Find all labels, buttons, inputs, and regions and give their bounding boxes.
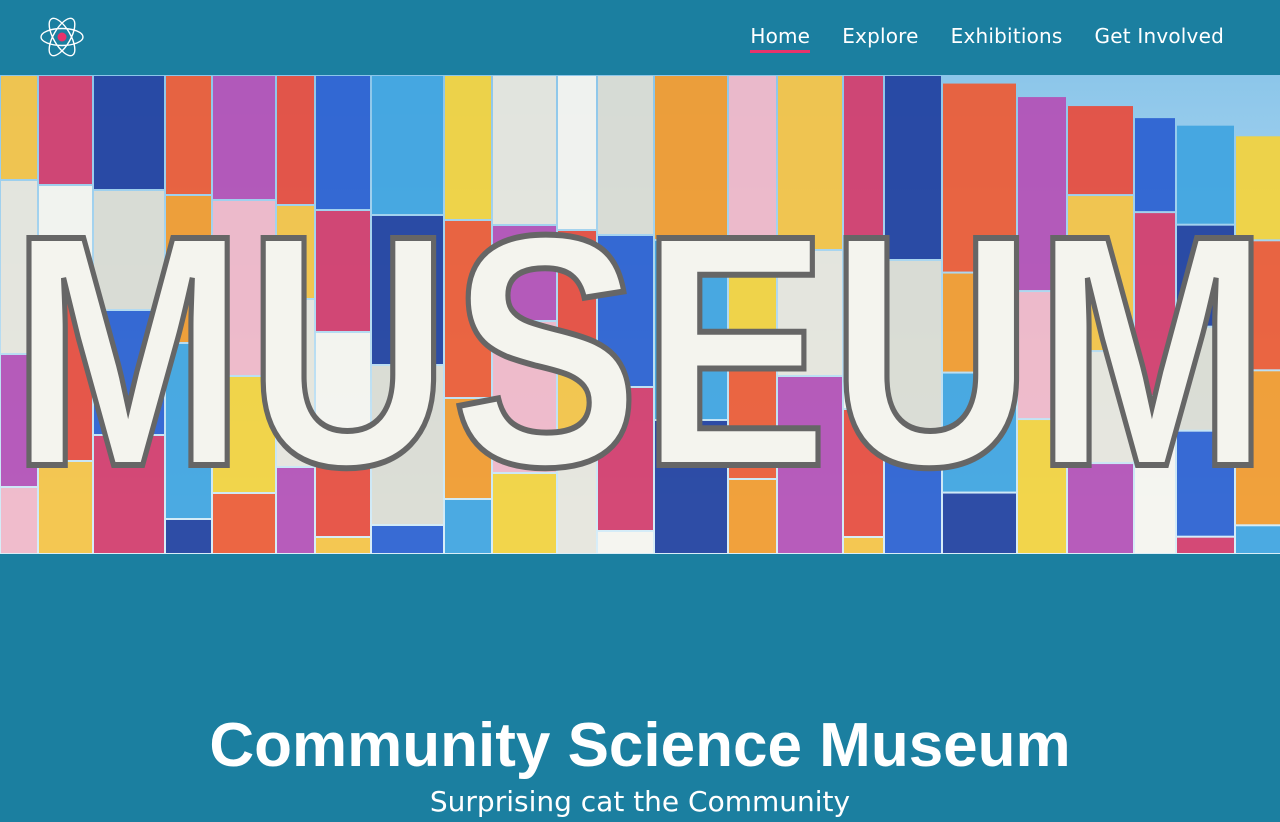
museum-facade-illustration: MUSEUM [0,75,1280,554]
glass-panel [598,532,653,553]
top-navigation-bar: Home Explore Exhibitions Get Involved [0,0,1280,75]
atom-icon [40,17,84,57]
nav-link-exhibitions[interactable]: Exhibitions [951,24,1063,51]
glass-panel [316,538,370,553]
glass-panel [1,76,37,179]
nav-link-explore[interactable]: Explore [842,24,918,51]
page-title: Community Science Museum [209,711,1071,780]
page-subtitle: Surprising cat the Community [429,785,851,818]
museum-sign-letters: MUSEUM [10,166,1270,535]
nav-link-home[interactable]: Home [750,24,811,53]
atom-logo-icon[interactable] [38,13,86,61]
glass-panel [1177,537,1234,553]
main-nav: Home Explore Exhibitions Get Involved [750,0,1224,75]
nav-link-get-involved[interactable]: Get Involved [1095,24,1224,51]
hero-image: MUSEUM [0,75,1280,554]
glass-panel [844,538,883,553]
